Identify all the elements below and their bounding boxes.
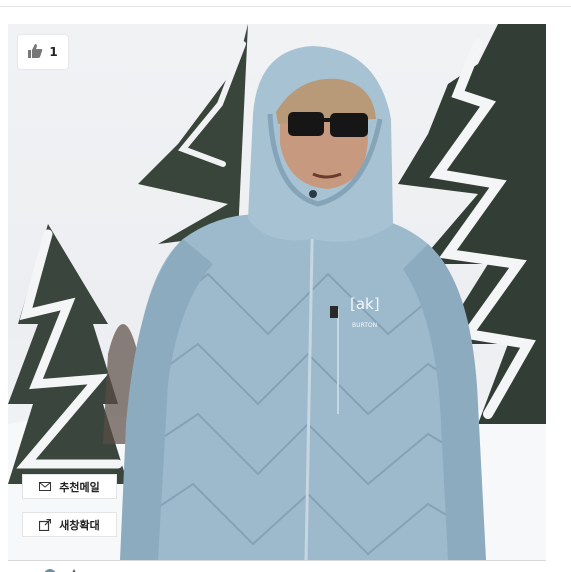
open-new-window-label: 새창확대 xyxy=(59,518,100,532)
external-link-icon xyxy=(39,518,52,531)
open-new-window-button[interactable]: 새창확대 xyxy=(22,512,117,537)
recommend-mail-label: 추천메일 xyxy=(59,480,100,494)
recommend-mail-button[interactable]: 추천메일 xyxy=(22,474,117,499)
next-image-peek xyxy=(30,562,90,572)
jacket-brand: BURTON xyxy=(352,322,377,329)
bottom-divider xyxy=(8,560,546,561)
like-count: 1 xyxy=(49,45,58,59)
jacket-logo: [ak] xyxy=(350,295,380,313)
top-divider xyxy=(0,6,571,7)
like-badge[interactable]: 1 xyxy=(18,35,68,69)
envelope-icon xyxy=(39,482,52,491)
back-left-tree xyxy=(138,24,248,244)
thumbs-up-icon xyxy=(28,43,43,62)
